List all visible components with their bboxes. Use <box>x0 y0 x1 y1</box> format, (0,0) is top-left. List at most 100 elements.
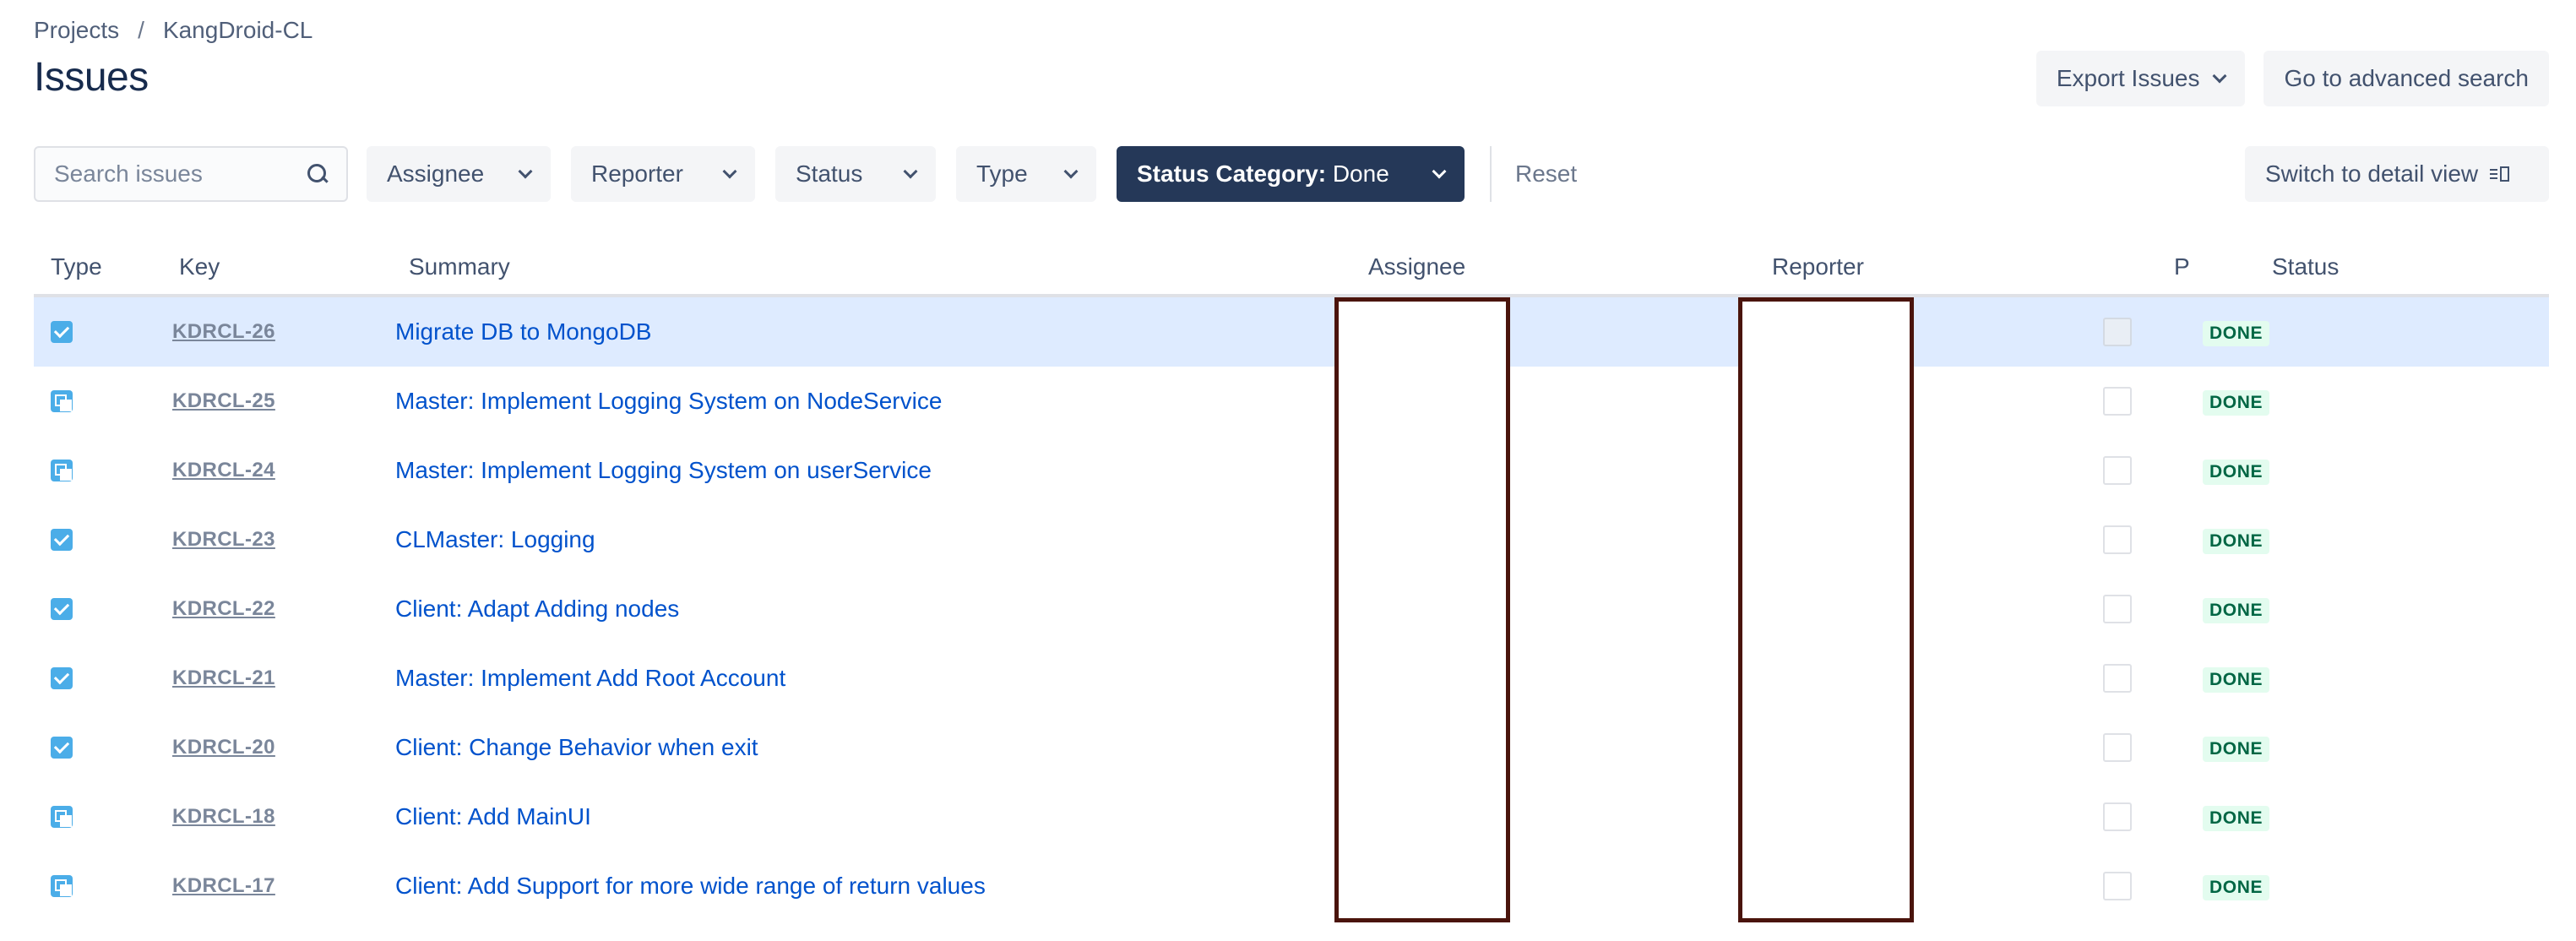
table-row[interactable]: KDRCL-24 Master: Implement Logging System… <box>34 436 2549 505</box>
subtask-icon <box>51 390 73 412</box>
priority-placeholder-icon <box>2103 318 2132 346</box>
chevron-down-icon <box>903 164 918 179</box>
status-filter-button[interactable]: Status <box>775 146 936 202</box>
issues-page: Projects / KangDroid-CL Issues Export Is… <box>0 0 2576 941</box>
priority-cell <box>2103 802 2132 831</box>
table-row[interactable]: KDRCL-23 CLMaster: Logging DONE <box>34 505 2549 574</box>
status-cell: DONE <box>2203 595 2270 623</box>
issue-summary-link[interactable]: Client: Adapt Adding nodes <box>395 596 679 623</box>
issue-key-link[interactable]: KDRCL-23 <box>172 528 275 552</box>
chevron-down-icon <box>722 164 737 179</box>
type-cell <box>51 529 73 551</box>
priority-placeholder-icon <box>2103 456 2132 485</box>
status-cell: DONE <box>2203 802 2270 831</box>
issue-key-link[interactable]: KDRCL-26 <box>172 320 275 344</box>
breadcrumb-project-link[interactable]: KangDroid-CL <box>163 17 312 44</box>
status-cell: DONE <box>2203 318 2270 346</box>
table-row[interactable]: KDRCL-22 Client: Adapt Adding nodes DONE <box>34 574 2549 644</box>
issue-key-link[interactable]: KDRCL-21 <box>172 666 275 690</box>
priority-placeholder-icon <box>2103 802 2132 831</box>
column-header-status[interactable]: Status <box>2272 253 2339 280</box>
subtask-icon <box>51 460 73 481</box>
priority-placeholder-icon <box>2103 664 2132 693</box>
issue-summary-link[interactable]: Master: Implement Logging System on user… <box>395 457 932 484</box>
status-cell: DONE <box>2203 872 2270 900</box>
table-row[interactable]: KDRCL-18 Client: Add MainUI DONE <box>34 782 2549 851</box>
column-header-type[interactable]: Type <box>51 253 102 280</box>
type-cell <box>51 321 73 343</box>
switch-detail-view-button[interactable]: Switch to detail view <box>2245 146 2549 202</box>
issue-key-link[interactable]: KDRCL-20 <box>172 736 275 759</box>
table-row[interactable]: KDRCL-20 Client: Change Behavior when exi… <box>34 713 2549 782</box>
reporter-redaction-box <box>1738 297 1914 922</box>
issue-summary-link[interactable]: Client: Add Support for more wide range … <box>395 873 986 900</box>
search-icon[interactable] <box>307 164 328 184</box>
priority-placeholder-icon <box>2103 872 2132 900</box>
status-cell: DONE <box>2203 387 2270 416</box>
status-lozenge: DONE <box>2203 390 2270 416</box>
issue-summary-link[interactable]: Client: Add MainUI <box>395 803 591 830</box>
priority-cell <box>2103 318 2132 346</box>
column-header-reporter[interactable]: Reporter <box>1772 253 1864 280</box>
column-header-summary[interactable]: Summary <box>409 253 510 280</box>
chevron-down-icon <box>2212 68 2227 84</box>
status-lozenge: DONE <box>2203 529 2270 554</box>
advanced-search-button[interactable]: Go to advanced search <box>2264 51 2549 106</box>
advanced-search-label: Go to advanced search <box>2284 65 2529 91</box>
export-issues-button[interactable]: Export Issues <box>2035 51 2246 106</box>
table-row[interactable]: KDRCL-21 Master: Implement Add Root Accou… <box>34 644 2549 713</box>
reporter-filter-button[interactable]: Reporter <box>571 146 755 202</box>
filter-bar: Assignee Reporter Status Type Status Cat… <box>34 145 2549 203</box>
assignee-redaction-box <box>1334 297 1510 922</box>
status-category-filter-button[interactable]: Status Category: Done <box>1117 146 1465 202</box>
priority-cell <box>2103 456 2132 485</box>
assignee-filter-button[interactable]: Assignee <box>367 146 551 202</box>
issue-summary-link[interactable]: Client: Change Behavior when exit <box>395 734 758 761</box>
column-header-priority[interactable]: P <box>2174 253 2190 280</box>
issue-summary-link[interactable]: CLMaster: Logging <box>395 526 595 553</box>
table-row[interactable]: KDRCL-25 Master: Implement Logging System… <box>34 367 2549 436</box>
table-row[interactable]: KDRCL-26 Migrate DB to MongoDB DONE <box>34 297 2549 367</box>
issue-key-link[interactable]: KDRCL-22 <box>172 597 275 621</box>
issues-table: Type Key Summary Assignee Reporter P Sta… <box>34 245 2549 921</box>
priority-placeholder-icon <box>2103 525 2132 554</box>
status-lozenge: DONE <box>2203 460 2270 485</box>
type-cell <box>51 390 73 412</box>
status-lozenge: DONE <box>2203 667 2270 693</box>
priority-cell <box>2103 595 2132 623</box>
table-row[interactable]: KDRCL-17 Client: Add Support for more wid… <box>34 851 2549 921</box>
task-checkbox-icon <box>51 737 73 759</box>
issue-key-link[interactable]: KDRCL-25 <box>172 389 275 413</box>
status-filter-label: Status <box>796 160 863 187</box>
issue-key-link[interactable]: KDRCL-17 <box>172 874 275 898</box>
switch-detail-view-label: Switch to detail view <box>2265 160 2479 187</box>
issue-key-link[interactable]: KDRCL-24 <box>172 459 275 482</box>
status-lozenge: DONE <box>2203 737 2270 762</box>
status-category-key: Status Category: <box>1137 160 1327 187</box>
reset-filters-button[interactable]: Reset <box>1497 146 1595 202</box>
type-filter-button[interactable]: Type <box>956 146 1096 202</box>
status-cell: DONE <box>2203 456 2270 485</box>
status-cell: DONE <box>2203 664 2270 693</box>
status-category-value: Done <box>1332 160 1389 187</box>
breadcrumb-projects-link[interactable]: Projects <box>34 17 119 44</box>
search-box <box>34 146 348 202</box>
priority-placeholder-icon <box>2103 387 2132 416</box>
status-cell: DONE <box>2203 525 2270 554</box>
status-lozenge: DONE <box>2203 598 2270 623</box>
type-cell <box>51 460 73 481</box>
breadcrumb-separator: / <box>138 17 144 43</box>
issue-summary-link[interactable]: Migrate DB to MongoDB <box>395 318 651 345</box>
priority-placeholder-icon <box>2103 733 2132 762</box>
search-input[interactable] <box>54 160 307 188</box>
column-header-assignee[interactable]: Assignee <box>1368 253 1465 280</box>
issue-key-link[interactable]: KDRCL-18 <box>172 805 275 829</box>
column-header-key[interactable]: Key <box>179 253 220 280</box>
status-lozenge: DONE <box>2203 806 2270 831</box>
priority-cell <box>2103 525 2132 554</box>
type-cell <box>51 598 73 620</box>
reporter-filter-label: Reporter <box>591 160 683 187</box>
issue-summary-link[interactable]: Master: Implement Logging System on Node… <box>395 388 942 415</box>
issue-summary-link[interactable]: Master: Implement Add Root Account <box>395 665 785 692</box>
page-title: Issues <box>34 55 149 100</box>
